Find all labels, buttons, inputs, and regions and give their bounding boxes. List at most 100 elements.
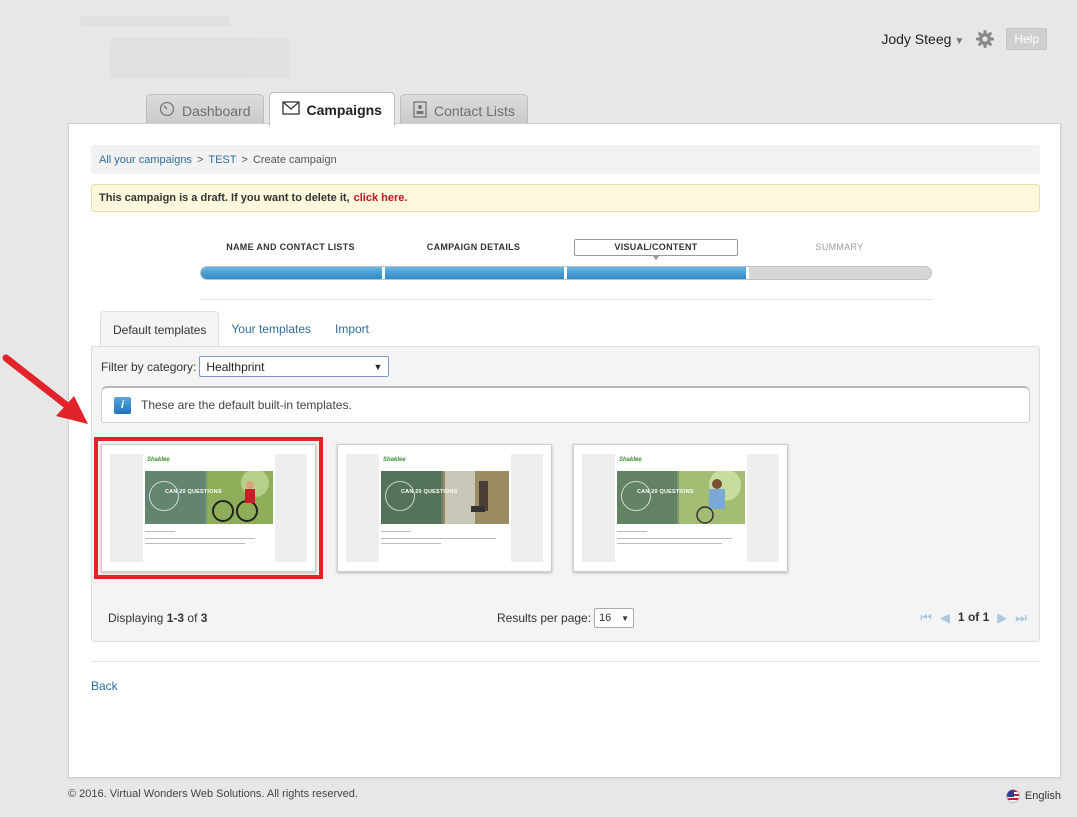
chevron-down-icon: ▼ [373, 361, 383, 372]
hero-image: CAN 20 QUESTIONS [145, 471, 273, 524]
breadcrumb-separator: > [241, 153, 248, 166]
breadcrumb: All your campaigns > TEST > Create campa… [91, 145, 1040, 174]
last-page-icon[interactable]: ⏭ [1015, 611, 1027, 624]
results-per-page-label: Results per page: [497, 611, 592, 625]
template-thumbnail-1[interactable]: Shaklee CAN 20 QUESTIONS [94, 437, 323, 579]
hero-badge [385, 481, 415, 511]
main-tabs: Dashboard Campaigns Contact Lists [146, 92, 528, 126]
hero-image: CAN 20 QUESTIONS [617, 471, 745, 524]
brand-logo: Shaklee [383, 457, 406, 463]
us-flag-icon [1005, 789, 1020, 803]
wizard-steps: NAME AND CONTACT LISTS CAMPAIGN DETAILS … [200, 239, 932, 280]
text-line [381, 538, 496, 539]
user-toolbar: Jody Steeg ▼ Help [881, 28, 1047, 50]
back-link[interactable]: Back [91, 679, 118, 693]
user-name: Jody Steeg [881, 31, 952, 47]
first-page-icon[interactable]: ⏮ [920, 611, 932, 624]
info-message: i These are the default built-in templat… [101, 386, 1030, 423]
template-tabs: Default templates Your templates Import [100, 311, 381, 347]
template-gallery: Shaklee CAN 20 QUESTIONS Shaklee CAN 20 … [94, 437, 788, 579]
tab-dashboard[interactable]: Dashboard [146, 94, 264, 126]
category-filter: Filter by category: Healthprint ▼ [101, 356, 390, 377]
templates-panel: Filter by category: Healthprint ▼ i Thes… [91, 346, 1040, 642]
divider [91, 661, 1040, 662]
tab-label: Dashboard [182, 102, 251, 119]
tab-label: Campaigns [306, 101, 382, 118]
filter-label: Filter by category: [101, 359, 197, 374]
email-preview: Shaklee CAN 20 QUESTIONS [379, 454, 511, 562]
dashboard-gauge-icon [159, 101, 175, 120]
email-preview: Shaklee CAN 20 QUESTIONS [143, 454, 275, 562]
hero-badge [621, 481, 651, 511]
step-name-and-contact-lists[interactable]: NAME AND CONTACT LISTS [200, 242, 381, 252]
envelope-icon [281, 101, 300, 118]
template-thumbnail-3[interactable]: Shaklee CAN 20 QUESTIONS [573, 444, 788, 572]
category-select[interactable]: Healthprint ▼ [199, 356, 390, 377]
breadcrumb-link-all-campaigns[interactable]: All your campaigns [99, 154, 192, 166]
displaying-range: 1-3 [166, 611, 185, 625]
text-line [381, 531, 411, 532]
text-line [381, 543, 441, 544]
displaying-prefix: Displaying [108, 611, 164, 625]
chevron-down-icon: ▼ [954, 36, 965, 47]
category-select-value: Healthprint [206, 359, 265, 374]
help-button[interactable]: Help [1006, 28, 1047, 50]
tab-contact-lists[interactable]: Contact Lists [399, 94, 528, 126]
main-panel: All your campaigns > TEST > Create campa… [68, 123, 1061, 778]
hero-title: CAN 20 QUESTIONS [401, 489, 458, 495]
tab-your-templates[interactable]: Your templates [219, 311, 323, 347]
prev-page-icon[interactable]: ◀ [940, 611, 950, 624]
hero-title: CAN 20 QUESTIONS [637, 489, 694, 495]
step-visual-content[interactable]: VISUAL/CONTENT [574, 239, 738, 260]
hero-badge [149, 481, 179, 511]
contact-card-icon [413, 100, 427, 121]
displaying-total: 3 [200, 611, 208, 625]
results-per-page-value: 16 [599, 612, 612, 624]
displaying-of: of [187, 611, 198, 625]
delete-draft-link[interactable]: click here. [354, 192, 408, 204]
pagination-bar: Displaying 1-3 of 3 Results per page: 16… [92, 604, 1039, 634]
progress-segment-current [567, 267, 749, 279]
template-thumbnail-2[interactable]: Shaklee CAN 20 QUESTIONS [337, 444, 552, 572]
step-campaign-details[interactable]: CAMPAIGN DETAILS [383, 242, 564, 252]
progress-segment-done [385, 267, 567, 279]
gear-icon[interactable] [974, 28, 996, 50]
results-per-page: Results per page: 16 ▼ [497, 608, 635, 628]
tab-import[interactable]: Import [323, 311, 381, 347]
draft-notice-text: This campaign is a draft. If you want to… [99, 192, 350, 204]
info-icon: i [114, 396, 131, 414]
wizard-progress-bar [200, 266, 932, 280]
brand-logo: Shaklee [619, 457, 642, 463]
breadcrumb-separator: > [196, 153, 204, 166]
tab-label: Contact Lists [433, 102, 515, 119]
text-line [145, 538, 255, 539]
results-per-page-select[interactable]: 16 ▼ [594, 608, 635, 628]
user-menu[interactable]: Jody Steeg ▼ [881, 31, 964, 47]
language-label: English [1024, 790, 1061, 802]
info-text: These are the default built-in templates… [141, 398, 352, 412]
displaying-count: Displaying 1-3 of 3 [108, 611, 207, 625]
tab-default-templates[interactable]: Default templates [100, 311, 220, 347]
next-page-icon[interactable]: ▶ [997, 611, 1007, 624]
page-indicator: 1 of 1 [958, 610, 989, 624]
tab-campaigns[interactable]: Campaigns [268, 92, 395, 126]
pager: ⏮ ◀ 1 of 1 ▶ ⏭ [920, 610, 1027, 624]
step-summary: SUMMARY [815, 242, 864, 252]
hero-title: CAN 20 QUESTIONS [165, 489, 222, 495]
logo-placeholder [70, 8, 310, 86]
copyright-text: © 2016. Virtual Wonders Web Solutions. A… [68, 788, 358, 800]
brand-logo: Shaklee [147, 457, 170, 463]
text-line [145, 543, 245, 544]
divider [200, 299, 932, 300]
page-of: of [967, 610, 980, 624]
draft-notice: This campaign is a draft. If you want to… [91, 184, 1040, 212]
text-line [617, 531, 647, 532]
language-selector[interactable]: English [1005, 789, 1061, 803]
breadcrumb-current: Create campaign [252, 153, 337, 166]
progress-segment-done [201, 267, 385, 279]
breadcrumb-link-test[interactable]: TEST [208, 154, 236, 166]
text-line [145, 531, 175, 532]
chevron-down-icon: ▼ [621, 613, 630, 623]
text-line [617, 538, 732, 539]
page-total: 1 [982, 610, 990, 624]
